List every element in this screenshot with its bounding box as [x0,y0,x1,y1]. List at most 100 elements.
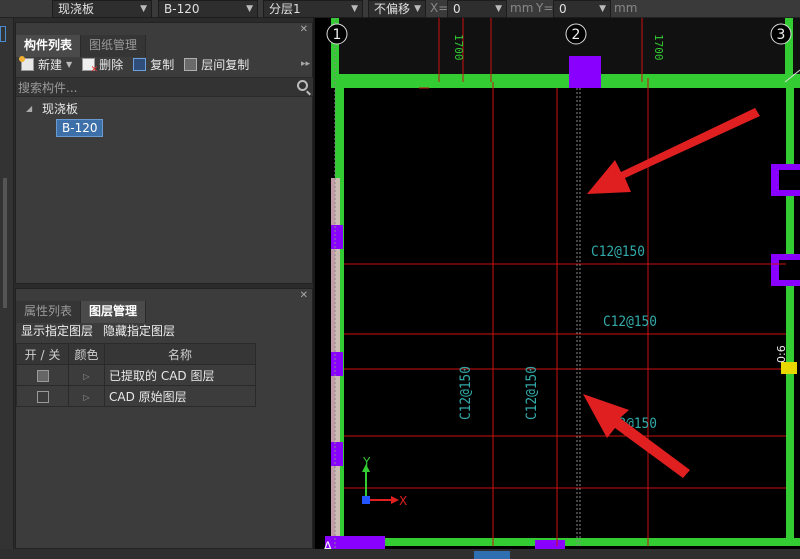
ucs-x-label: X [399,494,407,508]
wall-bottom [335,538,800,546]
dock-scrollbar[interactable] [3,178,7,308]
column-notch [779,260,800,280]
left-dock-strip [0,18,14,559]
x-unit: mm [510,1,534,15]
ucs-y-label: Y [362,455,371,469]
rebar-label: C12@150 [603,314,657,330]
column-header-name: 名称 [104,343,256,365]
ucs-icon: Y X [362,455,407,508]
new-label: 新建 [38,57,63,72]
component-toolbar: 新建 ▼ 删除 复制 层间复制 ▸▸ [16,53,314,75]
dimension-label: 1700 [652,34,665,61]
component-name-value: B-120 [164,2,200,16]
new-doc-icon [19,55,34,71]
show-layer-button[interactable]: 显示指定图层 [16,322,98,339]
table-row[interactable]: ▷ CAD 原始图层 [16,385,256,407]
chevron-down-icon: ▼ [495,4,502,14]
axis-bubble-1: 1 [326,23,348,45]
chevron-down-icon: ▼ [246,4,253,14]
close-icon[interactable]: ✕ [300,290,308,301]
column [331,352,343,376]
layer-panel: ✕ 属性列表 图层管理 显示指定图层 隐藏指定图层 开 / 关 颜色 名称 ▷ … [15,288,313,549]
close-icon[interactable]: ✕ [300,24,308,35]
column-notch [779,170,800,190]
layer-name: CAD 原始图层 [104,385,256,407]
new-button[interactable]: 新建 ▼ [16,53,77,75]
table-header: 开 / 关 颜色 名称 [16,343,256,365]
column [331,442,343,466]
rebar-label: C12@150 [458,366,474,420]
dimension-label: 1700 [452,34,465,61]
dock-tab-icon[interactable] [0,26,6,42]
chevron-down-icon: ▼ [414,4,421,14]
layer-value: 分层1 [269,2,301,16]
delete-button[interactable]: 删除 [77,53,128,75]
wall-top-upper [335,74,800,82]
column-header-color: 颜色 [68,343,105,365]
axis-bubble-3: 3 [770,23,792,45]
chevron-down-icon[interactable]: ▼ [66,60,72,69]
y-offset-value: 0 [559,2,567,16]
x-offset-value: 0 [453,2,461,16]
component-type-select[interactable]: 现浇板 ▼ [52,0,152,18]
status-bar [0,549,800,559]
component-tree: ◢ 现浇板 B-120 [16,99,314,139]
upper-bay [335,18,800,82]
rebar-lines-horizontal [344,263,786,489]
tree-node-child[interactable]: B-120 [16,119,314,139]
tree-node-label: 现浇板 [42,102,79,116]
wall-right [786,82,794,546]
column [325,536,385,550]
chevron-down-icon: ▼ [140,4,147,14]
layer-visible-checkbox[interactable] [36,390,49,403]
column [569,56,601,88]
color-triangle-icon[interactable]: ▷ [83,393,89,402]
rebar-label: C12@150 [591,244,645,260]
chevron-down-icon: ▼ [351,4,358,14]
search-icon[interactable] [297,80,308,91]
y-unit: mm [614,1,638,15]
x-label: X= [430,1,449,15]
wall-top [335,82,800,88]
color-triangle-icon[interactable]: ▷ [83,372,89,381]
offset-select[interactable]: 不偏移 ▼ [368,0,426,18]
copy-icon [133,57,147,71]
drawing-svg: 1 2 3 1700 1700 C12@150 C12@150 C12@150 … [323,18,800,559]
collapse-triangle-icon[interactable]: ◢ [26,99,32,119]
layer-table: 开 / 关 颜色 名称 ▷ 已提取的 CAD 图层 ▷ CAD 原始图层 [16,343,256,407]
side-dimension-label: 0:6 [775,345,788,363]
axis-label: 3 [777,27,786,43]
y-offset-input[interactable]: 0 ▼ [553,0,611,18]
layer-copy-icon [184,57,198,71]
y-label: Y= [536,1,554,15]
layer-name: 已提取的 CAD 图层 [104,364,256,386]
rebar-label: C12@150 [524,366,540,420]
copy-label: 复制 [150,57,175,72]
rebar-lines-vertical [419,18,649,546]
layer-select[interactable]: 分层1 ▼ [263,0,363,18]
column-header-toggle: 开 / 关 [16,343,69,365]
layer-copy-button[interactable]: 层间复制 [179,53,254,75]
layer-actions: 显示指定图层 隐藏指定图层 [16,319,180,341]
component-name-select[interactable]: B-120 ▼ [158,0,258,18]
tree-node-parent[interactable]: ◢ 现浇板 [16,99,314,119]
search-input[interactable] [18,79,288,96]
column [331,225,343,249]
component-list-panel: ✕ 构件列表 图纸管理 新建 ▼ 删除 复制 层间复制 ▸▸ ◢ 现浇板 [15,22,314,284]
component-search [16,77,314,97]
layer-visible-checkbox[interactable] [36,369,49,382]
axis-bubble-2: 2 [565,23,587,45]
tree-node-selected-label[interactable]: B-120 [56,119,104,137]
axis-label: 2 [572,27,581,43]
cad-drawing-canvas[interactable]: 1 2 3 1700 1700 C12@150 C12@150 C12@150 … [315,18,800,559]
delete-icon [82,57,98,75]
layer-copy-label: 层间复制 [201,57,250,72]
hide-layer-button[interactable]: 隐藏指定图层 [98,322,180,339]
axis-label: 1 [333,27,342,43]
copy-button[interactable]: 复制 [128,53,179,75]
table-row[interactable]: ▷ 已提取的 CAD 图层 [16,364,256,386]
status-indicator[interactable] [474,551,510,559]
delete-label: 删除 [99,57,124,72]
annotation-arrow-icon [587,108,760,194]
x-offset-input[interactable]: 0 ▼ [447,0,507,18]
